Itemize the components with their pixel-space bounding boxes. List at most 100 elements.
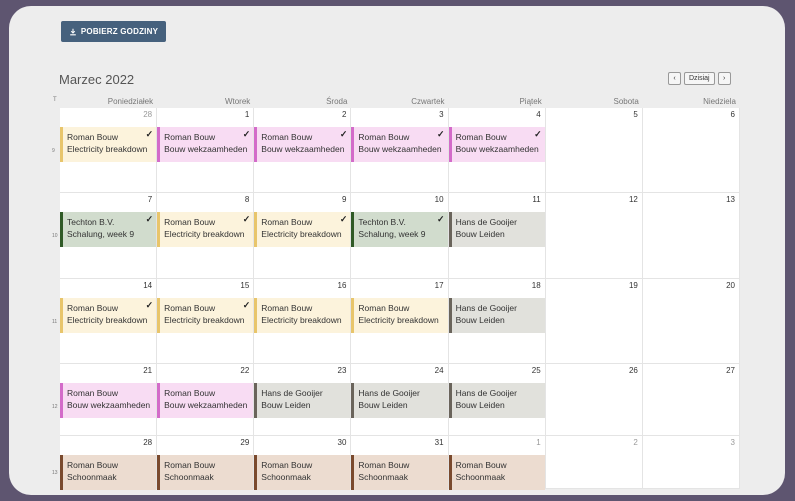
weekday-header: Środa — [326, 97, 348, 106]
day-cell[interactable]: 17 Roman Bouw Electricity breakdown — [351, 279, 449, 363]
day-cell[interactable]: 14 ✓ Roman Bouw Electricity breakdown — [60, 279, 158, 363]
calendar-title: Marzec 2022 — [59, 72, 135, 87]
day-cell[interactable]: 24 Hans de Gooijer Bouw Leiden — [351, 364, 449, 435]
calendar-event[interactable]: Hans de Gooijer Bouw Leiden — [448, 298, 545, 333]
weekday-header: Niedziela — [703, 97, 736, 106]
event-client: Roman Bouw — [261, 132, 313, 142]
calendar-event[interactable]: ✓ Roman Bouw Electricity breakdown — [254, 212, 351, 247]
event-client: Roman Bouw — [67, 388, 119, 398]
day-cell[interactable]: 8 ✓ Roman Bouw Electricity breakdown — [157, 193, 255, 278]
day-cell[interactable]: 31 Roman Bouw Schoonmaak — [351, 436, 449, 490]
day-cell[interactable]: 1 ✓ Roman Bouw Bouw wekzaamheden — [157, 108, 255, 192]
day-cell[interactable]: 11 Hans de Gooijer Bouw Leiden — [448, 193, 546, 278]
calendar-event[interactable]: ✓ Roman Bouw Electricity breakdown — [60, 127, 157, 162]
day-number: 8 — [244, 195, 250, 204]
checkmark-icon: ✓ — [534, 129, 542, 139]
calendar-event[interactable]: Roman Bouw Schoonmaak — [448, 455, 545, 490]
day-cell[interactable]: 13 — [642, 193, 740, 278]
day-number: 12 — [628, 195, 638, 204]
day-number: 28 — [143, 110, 153, 119]
event-client: Roman Bouw — [358, 303, 410, 313]
calendar-event[interactable]: Roman Bouw Schoonmaak — [60, 455, 157, 490]
calendar-event[interactable]: Roman Bouw Electricity breakdown — [351, 298, 448, 333]
event-client: Roman Bouw — [164, 132, 216, 142]
calendar-event[interactable]: ✓ Roman Bouw Electricity breakdown — [157, 212, 254, 247]
day-cell[interactable]: 2 ✓ Roman Bouw Bouw wekzaamheden — [254, 108, 352, 192]
week-row: 1 3 28 Roman Bouw Schoonmaak 29 Roman Bouw Scho… — [52, 436, 740, 490]
day-cell[interactable]: 26 — [545, 364, 643, 435]
day-cell[interactable]: 18 Hans de Gooijer Bouw Leiden — [448, 279, 546, 363]
day-number: 4 — [536, 110, 541, 119]
day-cell[interactable]: 27 — [642, 364, 740, 435]
calendar-event[interactable]: ✓ Roman Bouw Electricity breakdown — [157, 298, 254, 333]
calendar-event[interactable]: Roman Bouw Schoonmaak — [351, 455, 448, 490]
week-number: 11 — [52, 319, 58, 325]
day-number: 3 — [730, 438, 735, 447]
event-client: Roman Bouw — [164, 217, 216, 227]
day-cell[interactable]: 5 — [545, 108, 643, 192]
day-number: 1 — [536, 438, 541, 447]
day-number: 22 — [240, 366, 250, 375]
day-cell[interactable]: 23 Hans de Gooijer Bouw Leiden — [254, 364, 352, 435]
day-cell[interactable]: 4 ✓ Roman Bouw Bouw wekzaamheden — [448, 108, 546, 192]
day-number: 16 — [337, 281, 347, 290]
day-cell[interactable]: 6 — [642, 108, 740, 192]
event-project: Electricity breakdown — [164, 229, 245, 239]
day-cell[interactable]: 25 Hans de Gooijer Bouw Leiden — [448, 364, 546, 435]
event-project: Bouw Leiden — [261, 400, 311, 410]
day-cell[interactable]: 28 ✓ Roman Bouw Electricity breakdown — [60, 108, 158, 192]
calendar-event[interactable]: ✓ Techton B.V. Schalung, week 9 — [351, 212, 448, 247]
day-number: 27 — [726, 366, 735, 375]
calendar-event[interactable]: ✓ Roman Bouw Bouw wekzaamheden — [351, 127, 448, 162]
day-cell[interactable]: 22 Roman Bouw Bouw wekzaamheden — [157, 364, 255, 435]
day-cell[interactable]: 3 ✓ Roman Bouw Bouw wekzaamheden — [351, 108, 449, 192]
day-cell[interactable]: 10 ✓ Techton B.V. Schalung, week 9 — [351, 193, 449, 278]
day-number: 31 — [434, 438, 444, 447]
calendar-event[interactable]: Hans de Gooijer Bouw Leiden — [448, 383, 545, 418]
day-cell[interactable]: 28 Roman Bouw Schoonmaak — [60, 436, 158, 490]
day-number: 29 — [240, 438, 250, 447]
day-cell[interactable]: 1 Roman Bouw Schoonmaak — [448, 436, 546, 490]
calendar-event[interactable]: Hans de Gooijer Bouw Leiden — [351, 383, 448, 418]
next-month-button[interactable]: › — [717, 72, 731, 85]
day-number: 23 — [337, 366, 347, 375]
event-client: Roman Bouw — [261, 217, 313, 227]
download-hours-button[interactable]: POBIERZ GODZINY — [61, 21, 166, 42]
day-number: 6 — [730, 110, 735, 119]
calendar-event[interactable]: Hans de Gooijer Bouw Leiden — [254, 383, 351, 418]
calendar-event[interactable]: Roman Bouw Schoonmaak — [157, 455, 254, 490]
day-cell[interactable]: 3 — [642, 436, 740, 488]
day-cell[interactable]: 19 — [545, 279, 643, 363]
calendar-event[interactable]: Roman Bouw Electricity breakdown — [254, 298, 351, 333]
event-project: Schoonmaak — [455, 472, 506, 482]
calendar-event[interactable]: Roman Bouw Schoonmaak — [254, 455, 351, 490]
day-cell[interactable]: 9 ✓ Roman Bouw Electricity breakdown — [254, 193, 352, 278]
day-cell[interactable]: 20 — [642, 279, 740, 363]
day-cell[interactable]: 30 Roman Bouw Schoonmaak — [254, 436, 352, 490]
day-cell[interactable]: 12 — [545, 193, 643, 278]
calendar-event[interactable]: ✓ Roman Bouw Bouw wekzaamheden — [448, 127, 545, 162]
event-project: Electricity breakdown — [261, 315, 342, 325]
calendar-event[interactable]: ✓ Techton B.V. Schalung, week 9 — [60, 212, 157, 247]
day-cell[interactable]: 29 Roman Bouw Schoonmaak — [157, 436, 255, 490]
calendar-event[interactable]: Roman Bouw Bouw wekzaamheden — [157, 383, 254, 418]
day-cell[interactable]: 15 ✓ Roman Bouw Electricity breakdown — [157, 279, 255, 363]
calendar-event[interactable]: ✓ Roman Bouw Bouw wekzaamheden — [157, 127, 254, 162]
day-cell[interactable]: 2 — [545, 436, 643, 488]
day-cell[interactable]: 16 Roman Bouw Electricity breakdown — [254, 279, 352, 363]
event-project: Schalung, week 9 — [67, 229, 135, 239]
event-project: Bouw wekzaamheden — [67, 400, 151, 410]
day-cell[interactable]: 21 Roman Bouw Bouw wekzaamheden — [60, 364, 158, 435]
calendar-event[interactable]: Hans de Gooijer Bouw Leiden — [448, 212, 545, 247]
event-project: Bouw Leiden — [455, 229, 505, 239]
day-cell[interactable]: 7 ✓ Techton B.V. Schalung, week 9 — [60, 193, 158, 278]
today-button[interactable]: Dzisiaj — [684, 72, 715, 85]
calendar-event[interactable]: ✓ Roman Bouw Bouw wekzaamheden — [254, 127, 351, 162]
event-project: Schoonmaak — [164, 472, 214, 482]
day-number: 20 — [726, 281, 735, 290]
calendar-event[interactable]: ✓ Roman Bouw Electricity breakdown — [60, 298, 157, 333]
prev-month-button[interactable]: ‹ — [668, 72, 681, 85]
event-project: Electricity breakdown — [67, 315, 148, 325]
calendar-event[interactable]: Roman Bouw Bouw wekzaamheden — [60, 383, 157, 418]
weekday-header: Piątek — [519, 97, 542, 106]
